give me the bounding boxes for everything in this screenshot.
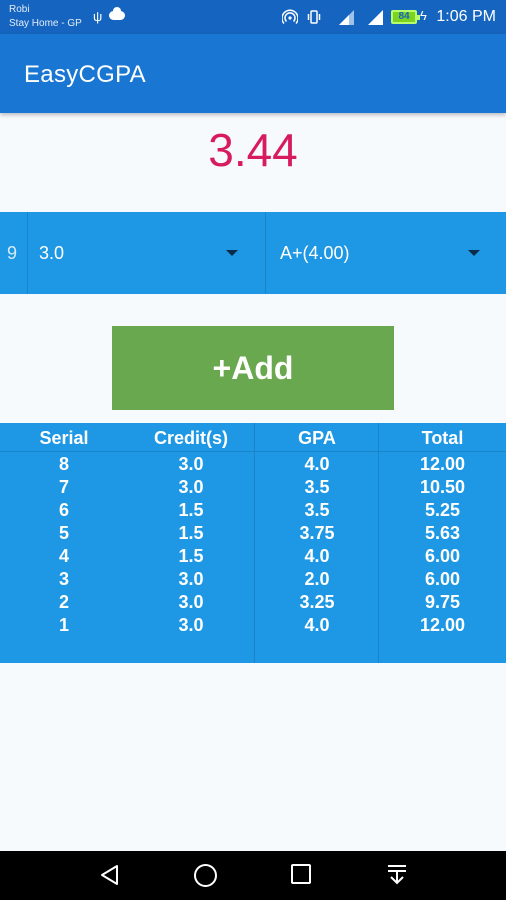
cell-gpa: 3.25 (299, 592, 335, 612)
cell-serial: 6 (58, 500, 69, 520)
cell-total: 5.25 (424, 500, 461, 520)
column-header-total: Total (421, 428, 464, 448)
table-row: 3 3.0 2.0 6.00 (0, 569, 506, 592)
usb-icon: ψ (93, 9, 103, 24)
dropdown-arrow-icon (226, 250, 238, 256)
credit-dropdown[interactable]: 3.0 (28, 212, 265, 294)
cell-serial: 4 (58, 546, 69, 566)
home-icon[interactable] (193, 863, 218, 888)
column-header-gpa: GPA (298, 428, 336, 448)
notifications-pull-icon[interactable] (385, 863, 409, 887)
add-button[interactable]: +Add (112, 326, 394, 410)
grade-dropdown-value: A+(4.00) (280, 243, 350, 263)
cell-credits: 3.0 (178, 615, 204, 635)
cell-gpa: 3.5 (304, 477, 330, 497)
cell-serial: 5 (58, 523, 69, 543)
column-header-credits: Credit(s) (153, 428, 228, 448)
table-row: 5 1.5 3.75 5.63 (0, 523, 506, 546)
clock: 1:06 PM (436, 8, 496, 25)
cell-serial: 8 (58, 454, 69, 474)
cell-serial: 7 (58, 477, 69, 497)
cell-total: 9.75 (424, 592, 461, 612)
cell-total: 6.00 (424, 569, 461, 589)
credit-dropdown-value: 3.0 (39, 243, 65, 263)
cell-serial: 2 (58, 592, 69, 612)
battery-icon: 84 (391, 10, 420, 24)
cgpa-value: 3.44 (208, 124, 298, 176)
cell-credits: 3.0 (178, 592, 204, 612)
course-input-bar: 9 3.0 A+(4.00) (0, 212, 506, 294)
cell-credits: 3.0 (178, 477, 204, 497)
cell-gpa: 3.5 (304, 500, 330, 520)
cell-total: 10.50 (419, 477, 466, 497)
carrier-network: Stay Home - GP (9, 18, 82, 29)
next-serial-number: 9 (7, 243, 18, 263)
charging-icon: ϟ (420, 8, 427, 23)
cell-credits: 1.5 (178, 546, 204, 566)
table-row: 2 3.0 3.25 9.75 (0, 592, 506, 615)
grade-table: Serial Credit(s) GPA Total 8 3.0 4.0 12.… (0, 423, 506, 663)
cell-gpa: 2.0 (304, 569, 330, 589)
cell-gpa: 4.0 (304, 615, 330, 635)
header-divider (0, 451, 506, 452)
cell-total: 6.00 (424, 546, 461, 566)
cell-total: 12.00 (419, 454, 466, 474)
cell-serial: 3 (58, 569, 69, 589)
app-bar: EasyCGPA (0, 34, 506, 113)
signal-icon (368, 10, 383, 25)
cell-gpa: 4.0 (304, 546, 330, 566)
status-bar: Robi Stay Home - GP ψ 84 ϟ 1:06 PM (0, 0, 506, 34)
cell-total: 5.63 (424, 523, 461, 543)
table-row: 4 1.5 4.0 6.00 (0, 546, 506, 569)
cell-credits: 3.0 (178, 454, 204, 474)
table-row: 8 3.0 4.0 12.00 (0, 454, 506, 477)
cloud-icon (109, 7, 125, 20)
recents-icon[interactable] (290, 863, 312, 885)
navigation-bar (0, 851, 506, 900)
grade-dropdown[interactable]: A+(4.00) (266, 212, 506, 294)
battery-level: 84 (398, 11, 410, 22)
table-row: 1 3.0 4.0 12.00 (0, 615, 506, 638)
vibrate-icon (307, 10, 321, 24)
column-header-serial: Serial (39, 428, 89, 448)
table-row: 7 3.0 3.5 10.50 (0, 477, 506, 500)
cell-gpa: 3.75 (299, 523, 335, 543)
back-icon[interactable] (98, 863, 122, 887)
carrier-info: Robi Stay Home - GP (9, 3, 82, 31)
dropdown-arrow-icon (468, 250, 480, 256)
hotspot-icon (282, 9, 298, 24)
signal-icon (339, 10, 354, 25)
cell-credits: 1.5 (178, 523, 204, 543)
app-title: EasyCGPA (24, 61, 146, 88)
cell-gpa: 4.0 (304, 454, 330, 474)
carrier-name: Robi (9, 4, 30, 15)
cell-total: 12.00 (419, 615, 466, 635)
table-row: 6 1.5 3.5 5.25 (0, 500, 506, 523)
cell-credits: 3.0 (178, 569, 204, 589)
cell-credits: 1.5 (178, 500, 204, 520)
cell-serial: 1 (58, 615, 69, 635)
